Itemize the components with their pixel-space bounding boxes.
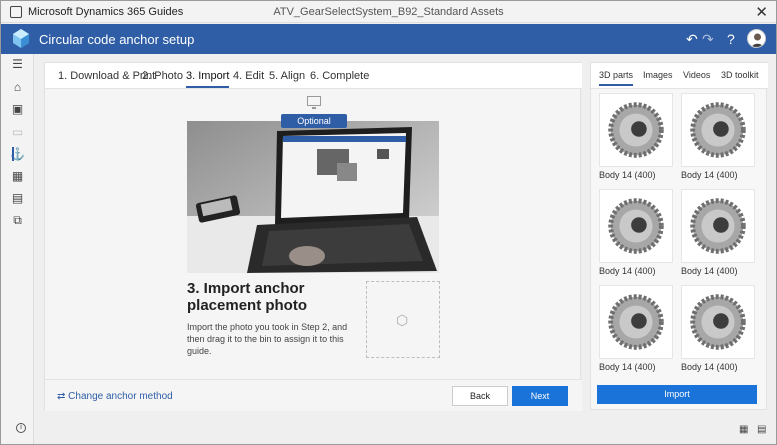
gear-thumbnail: [599, 189, 673, 263]
gear-thumbnail: [681, 285, 755, 359]
swap-icon: ⇄: [57, 391, 66, 402]
next-button[interactable]: Next: [512, 386, 568, 406]
asset-card[interactable]: Body 14 (400): [599, 189, 674, 276]
title-bar: Microsoft Dynamics 365 Guides ATV_GearSe…: [1, 1, 776, 23]
asset-card[interactable]: Body 14 (400): [599, 93, 674, 180]
asset-panel: 3D parts Images Videos 3D toolkit Body 1…: [590, 62, 768, 410]
tab-images[interactable]: Images: [643, 70, 673, 80]
step-description: Import the photo you took in Step 2, and…: [187, 322, 348, 356]
tab-3d-parts[interactable]: 3D parts: [599, 70, 634, 86]
asset-card[interactable]: Body 14 (400): [681, 189, 756, 276]
asset-caption: Body 14 (400): [599, 362, 656, 372]
import-button[interactable]: Import: [597, 385, 757, 404]
document-title: ATV_GearSelectSystem_B92_Standard Assets: [273, 6, 504, 18]
info-icon[interactable]: i: [16, 423, 26, 433]
page-title: Circular code anchor setup: [39, 32, 195, 47]
step-heading: 3. Import anchor placement photo: [187, 280, 308, 314]
help-icon[interactable]: ?: [727, 31, 735, 47]
asset-caption: Body 14 (400): [599, 170, 656, 180]
redo-icon[interactable]: ↷: [702, 31, 714, 48]
tab-import[interactable]: 3. Import: [186, 70, 230, 88]
close-icon[interactable]: ✕: [755, 3, 768, 21]
asset-caption: Body 14 (400): [681, 362, 738, 372]
instruction-photo: [187, 121, 439, 273]
asset-grid: Body 14 (400) Body 14 (400) Body 14 (400…: [599, 93, 767, 375]
layout-icon[interactable]: ▤: [1, 188, 34, 208]
grid-icon[interactable]: ▦: [1, 166, 34, 186]
asset-caption: Body 14 (400): [599, 266, 656, 276]
drop-bin[interactable]: ⬡: [366, 281, 440, 358]
anchor-icon[interactable]: ⚓: [1, 144, 34, 164]
gear-thumbnail: [681, 189, 755, 263]
desktop-icon: [307, 96, 321, 109]
asset-caption: Body 14 (400): [681, 170, 738, 180]
tab-download-print[interactable]: 1. Download & Print: [58, 70, 155, 82]
gear-thumbnail: [599, 285, 673, 359]
gear-thumbnail: [681, 93, 755, 167]
card-icon[interactable]: ▭: [1, 122, 34, 142]
grid-view-icon[interactable]: ▦: [739, 424, 748, 435]
layers-icon[interactable]: ⧉: [1, 210, 34, 230]
image-icon[interactable]: ▣: [1, 99, 34, 119]
tab-3d-toolkit[interactable]: 3D toolkit: [721, 70, 759, 80]
optional-badge: Optional: [281, 114, 347, 128]
left-rail: ☰ ⌂ ▣ ▭ ⚓ ▦ ▤ ⧉: [1, 54, 34, 444]
menu-icon[interactable]: ☰: [1, 54, 34, 74]
asset-card[interactable]: Body 14 (400): [681, 93, 756, 180]
asset-card[interactable]: Body 14 (400): [599, 285, 674, 372]
home-icon[interactable]: ⌂: [1, 77, 34, 97]
panel-view-icon[interactable]: ▤: [757, 424, 766, 435]
back-button[interactable]: Back: [452, 386, 508, 406]
change-anchor-method-label: Change anchor method: [68, 391, 173, 402]
tab-complete[interactable]: 6. Complete: [310, 70, 369, 82]
cube-icon: ⬡: [396, 312, 409, 328]
tab-videos[interactable]: Videos: [683, 70, 710, 80]
app-header: Circular code anchor setup ↶ ↷ ?: [1, 24, 776, 54]
asset-card[interactable]: Body 14 (400): [681, 285, 756, 372]
app-window: Microsoft Dynamics 365 Guides ATV_GearSe…: [0, 0, 777, 445]
change-anchor-method-link[interactable]: ⇄ Change anchor method: [57, 391, 173, 402]
tab-edit[interactable]: 4. Edit: [233, 70, 264, 82]
undo-icon[interactable]: ↶: [686, 31, 698, 48]
tab-photo[interactable]: 2. Photo: [142, 70, 183, 82]
setup-panel: 1. Download & Print 2. Photo 3. Import 4…: [44, 62, 582, 411]
asset-caption: Body 14 (400): [681, 266, 738, 276]
asset-tabs: 3D parts Images Videos 3D toolkit: [591, 63, 768, 89]
gear-thumbnail: [599, 93, 673, 167]
avatar[interactable]: [747, 29, 766, 48]
step-tabs: 1. Download & Print 2. Photo 3. Import 4…: [45, 63, 582, 89]
tab-align[interactable]: 5. Align: [269, 70, 305, 82]
guides-logo-icon: [13, 29, 29, 48]
setup-footer: ⇄ Change anchor method Back Next: [45, 379, 582, 411]
